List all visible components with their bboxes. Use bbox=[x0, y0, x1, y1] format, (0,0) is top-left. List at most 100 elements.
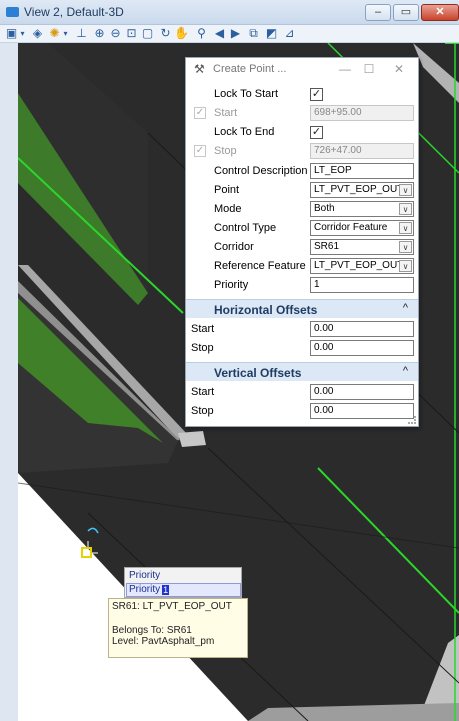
priority-row: Priority 1 bbox=[186, 276, 418, 294]
stop-enable-checkbox[interactable]: ✓ bbox=[194, 145, 206, 157]
h-offset-start-field[interactable]: 0.00 bbox=[310, 321, 414, 337]
previous-view-icon[interactable]: ◀ bbox=[212, 26, 227, 41]
collapse-icon: ^ bbox=[402, 302, 408, 314]
tool-settings-icon: ⚒ bbox=[194, 62, 205, 76]
lock-to-end-label: Lock To End bbox=[214, 126, 275, 138]
v-offset-start-field[interactable]: 0.00 bbox=[310, 384, 414, 400]
h-offset-stop-row: Stop 0.00 bbox=[186, 339, 418, 357]
chevron-down-icon: ∨ bbox=[399, 222, 412, 234]
priority-prompt-value[interactable]: 1 bbox=[162, 585, 170, 595]
vertical-offsets-header[interactable]: Vertical Offsets ^ bbox=[186, 362, 418, 381]
microstation-view-window: View 2, Default-3D – ▭ ✕ ▣ ▾ ◈ ✺ ▾ ⊥ ⊕ ⊖… bbox=[0, 0, 459, 721]
corridor-label: Corridor bbox=[214, 241, 254, 253]
next-view-icon[interactable]: ▶ bbox=[228, 26, 243, 41]
horizontal-offsets-title: Horizontal Offsets bbox=[214, 303, 318, 317]
tooltip-level: Level: PavtAsphalt_pm bbox=[112, 636, 215, 647]
control-type-select[interactable]: Corridor Feature ∨ bbox=[310, 220, 414, 236]
close-button[interactable]: ✕ bbox=[421, 4, 459, 21]
h-offset-start-row: Start 0.00 bbox=[186, 320, 418, 338]
rotate-view-icon[interactable]: ↻ bbox=[158, 26, 173, 41]
lock-to-start-checkbox[interactable]: ✓ bbox=[310, 88, 323, 101]
corridor-row: Corridor SR61 ∨ bbox=[186, 238, 418, 256]
corridor-select-value: SR61 bbox=[314, 241, 340, 252]
mode-select[interactable]: Both ∨ bbox=[310, 201, 414, 217]
lock-to-start-row: Lock To Start ✓ bbox=[186, 85, 418, 103]
dialog-close-button[interactable]: ✕ bbox=[390, 61, 408, 77]
priority-label: Priority bbox=[214, 279, 249, 291]
minimize-icon: – bbox=[374, 6, 382, 18]
chevron-down-icon: ∨ bbox=[399, 260, 412, 272]
view-title-bar[interactable]: View 2, Default-3D – ▭ ✕ bbox=[0, 0, 459, 25]
point-select-value: LT_PVT_EOP_OUT bbox=[314, 184, 404, 195]
tooltip-belongs-to: Belongs To: SR61 bbox=[112, 625, 192, 636]
more-icon[interactable]: ⊿ bbox=[282, 26, 297, 41]
dialog-title-bar[interactable]: ⚒ Create Point ... — ☐ ✕ bbox=[186, 58, 418, 82]
control-description-label: Control Description bbox=[214, 165, 308, 177]
dropdown-icon[interactable]: ▾ bbox=[18, 26, 27, 41]
reference-feature-row: Reference Feature LT_PVT_EOP_OUT ∨ bbox=[186, 257, 418, 275]
lock-to-end-checkbox[interactable]: ✓ bbox=[310, 126, 323, 139]
tooltip-element-name: SR61: LT_PVT_EOP_OUT bbox=[112, 601, 232, 612]
h-offset-start-label: Start bbox=[191, 323, 215, 335]
control-description-row: Control Description LT_EOP bbox=[186, 162, 418, 180]
reference-feature-select[interactable]: LT_PVT_EOP_OUT ∨ bbox=[310, 258, 414, 274]
element-info-tooltip: SR61: LT_PVT_EOP_OUT Belongs To: SR61 Le… bbox=[108, 598, 248, 658]
control-description-field[interactable]: LT_EOP bbox=[310, 163, 414, 179]
reference-feature-label: Reference Feature bbox=[214, 260, 306, 272]
priority-field[interactable]: 1 bbox=[310, 277, 414, 293]
dialog-maximize-button[interactable]: ☐ bbox=[360, 61, 378, 77]
view-control-toolbar: ▣ ▾ ◈ ✺ ▾ ⊥ ⊕ ⊖ ⊡ ▢ ↻ ✋ ⚲ ◀ ▶ ⧉ ◩ ⊿ bbox=[0, 25, 459, 43]
resize-grip-icon[interactable] bbox=[408, 416, 416, 424]
clip-volume-icon[interactable]: ⊥ bbox=[74, 26, 89, 41]
lock-to-start-label: Lock To Start bbox=[214, 88, 278, 100]
view-left-border bbox=[0, 43, 18, 721]
display-style-icon[interactable]: ◈ bbox=[30, 26, 45, 41]
chevron-down-icon: ∨ bbox=[399, 241, 412, 253]
pan-view-icon[interactable]: ✋ bbox=[174, 26, 189, 41]
close-icon: ✕ bbox=[435, 6, 445, 18]
minimize-button[interactable]: – bbox=[365, 4, 391, 21]
h-offset-stop-label: Stop bbox=[191, 342, 214, 354]
zoom-out-icon[interactable]: ⊖ bbox=[108, 26, 123, 41]
view-window-icon bbox=[6, 7, 19, 17]
stop-label: Stop bbox=[214, 145, 237, 157]
view-title: View 2, Default-3D bbox=[24, 5, 124, 19]
v-offset-stop-label: Stop bbox=[191, 405, 214, 417]
window-area-icon[interactable]: ⊡ bbox=[124, 26, 139, 41]
priority-prompt-input-text: Priority bbox=[129, 584, 161, 595]
lock-to-end-row: Lock To End ✓ bbox=[186, 123, 418, 141]
copy-view-icon[interactable]: ⧉ bbox=[246, 26, 261, 41]
stop-station-field[interactable]: 726+47.00 bbox=[310, 143, 414, 159]
control-type-label: Control Type bbox=[214, 222, 277, 234]
v-offset-stop-row: Stop 0.00 bbox=[186, 402, 418, 420]
priority-prompt: Priority Priority 1 bbox=[124, 567, 242, 598]
collapse-icon: ^ bbox=[402, 365, 408, 377]
maximize-button[interactable]: ▭ bbox=[393, 4, 419, 21]
h-offset-stop-field[interactable]: 0.00 bbox=[310, 340, 414, 356]
v-offset-stop-field[interactable]: 0.00 bbox=[310, 403, 414, 419]
view-attributes-icon[interactable]: ▣ bbox=[4, 26, 19, 41]
mode-row: Mode Both ∨ bbox=[186, 200, 418, 218]
start-station-field[interactable]: 698+95.00 bbox=[310, 105, 414, 121]
dropdown-icon[interactable]: ▾ bbox=[61, 26, 70, 41]
corridor-select[interactable]: SR61 ∨ bbox=[310, 239, 414, 255]
start-enable-checkbox[interactable]: ✓ bbox=[194, 107, 206, 119]
lighting-icon[interactable]: ✺ bbox=[47, 26, 62, 41]
control-type-select-value: Corridor Feature bbox=[314, 222, 388, 233]
zoom-in-icon[interactable]: ⊕ bbox=[92, 26, 107, 41]
start-row: ✓ Start 698+95.00 bbox=[186, 104, 418, 122]
horizontal-offsets-header[interactable]: Horizontal Offsets ^ bbox=[186, 299, 418, 318]
dialog-minimize-button[interactable]: — bbox=[336, 61, 354, 77]
point-row: Point LT_PVT_EOP_OUT ∨ bbox=[186, 181, 418, 199]
start-label: Start bbox=[214, 107, 238, 119]
chevron-down-icon: ∨ bbox=[399, 203, 412, 215]
point-select[interactable]: LT_PVT_EOP_OUT ∨ bbox=[310, 182, 414, 198]
walk-icon[interactable]: ⚲ bbox=[194, 26, 209, 41]
chevron-down-icon: ∨ bbox=[399, 184, 412, 196]
priority-prompt-label: Priority bbox=[129, 570, 161, 581]
fit-view-icon[interactable]: ▢ bbox=[140, 26, 155, 41]
create-point-dialog: ⚒ Create Point ... — ☐ ✕ Lock To Start ✓… bbox=[185, 57, 419, 427]
maximize-icon: ▭ bbox=[400, 6, 412, 18]
camera-icon[interactable]: ◩ bbox=[264, 26, 279, 41]
dialog-title: Create Point ... bbox=[213, 63, 287, 75]
